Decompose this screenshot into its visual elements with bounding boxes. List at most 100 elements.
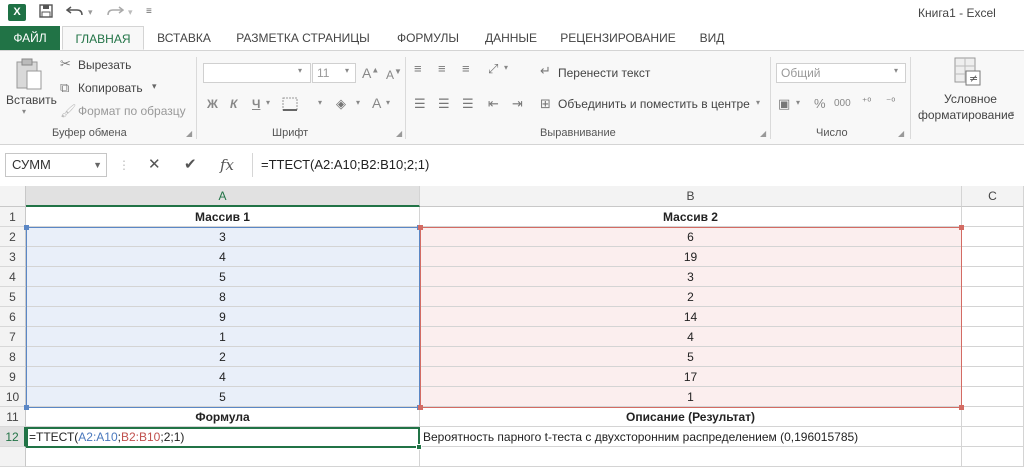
underline-dropdown-icon[interactable]: ▾ (266, 98, 270, 107)
cell-c9[interactable] (962, 367, 1024, 387)
underline-button[interactable]: Ч (252, 97, 260, 111)
orientation-icon[interactable]: ⤢ (488, 61, 498, 77)
increase-indent-icon[interactable]: ⇥ (512, 96, 523, 112)
copy-icon[interactable]: ⧉ (60, 80, 69, 96)
merge-center-icon[interactable]: ⊞ (540, 96, 551, 112)
currency-dropdown-icon[interactable]: ▾ (796, 98, 800, 107)
cell-b4[interactable]: 3 (420, 267, 962, 287)
cell-a1[interactable]: Массив 1 (26, 207, 420, 227)
font-name-dropdown-icon[interactable]: ▾ (298, 66, 302, 75)
tab-view[interactable]: ВИД (692, 26, 732, 50)
cell-a10[interactable]: 5 (26, 387, 420, 407)
column-header-c[interactable]: C (962, 186, 1024, 207)
select-all-corner[interactable] (0, 186, 26, 207)
cell-c11[interactable] (962, 407, 1024, 427)
wrap-text-button[interactable]: Перенести текст (558, 66, 650, 80)
row-header[interactable]: 7 (0, 327, 26, 347)
align-middle-icon[interactable]: ≡ (438, 61, 446, 77)
name-box[interactable]: СУММ ▼ (5, 153, 107, 177)
row-header[interactable]: 8 (0, 347, 26, 367)
font-size-dropdown-icon[interactable]: ▾ (345, 66, 349, 75)
cell-b8[interactable]: 5 (420, 347, 962, 367)
row-header[interactable]: 10 (0, 387, 26, 407)
cell-edit-formula[interactable]: =ТТЕСТ(A2:A10;B2:B10;2;1) (29, 428, 184, 447)
merge-center-button[interactable]: Объединить и поместить в центре (558, 97, 750, 111)
cell-c12[interactable] (962, 427, 1024, 447)
cell-c1[interactable] (962, 207, 1024, 227)
tab-review[interactable]: РЕЦЕНЗИРОВАНИЕ (556, 26, 680, 50)
copy-dropdown-icon[interactable]: ▾ (152, 81, 157, 92)
cell-b11[interactable]: Описание (Результат) (420, 407, 962, 427)
insert-function-icon[interactable]: fx (220, 155, 234, 175)
cut-button[interactable]: Вырезать (78, 58, 131, 72)
cell-c13[interactable] (962, 447, 1024, 467)
comma-style-button[interactable]: 000 (834, 98, 851, 109)
conditional-formatting-button[interactable]: Условное (944, 92, 997, 106)
row-header[interactable]: 1 (0, 207, 26, 227)
font-launcher-icon[interactable]: ◢ (396, 129, 402, 138)
cell-b7[interactable]: 4 (420, 327, 962, 347)
range-handle[interactable] (418, 405, 423, 410)
row-header[interactable]: 3 (0, 247, 26, 267)
font-shrink-button[interactable]: A▼ (386, 67, 402, 82)
tab-insert[interactable]: ВСТАВКА (150, 26, 218, 50)
cell-b12[interactable]: Вероятность парного t-теста с двухсторон… (420, 427, 962, 447)
cell-b2[interactable]: 6 (420, 227, 962, 247)
cell-c6[interactable] (962, 307, 1024, 327)
range-handle[interactable] (959, 225, 964, 230)
column-header-a[interactable]: A (26, 186, 420, 207)
range-handle[interactable] (418, 225, 423, 230)
percent-button[interactable]: % (814, 96, 826, 111)
borders-dropdown-icon[interactable]: ▾ (318, 98, 322, 107)
cell-a13[interactable] (26, 447, 420, 467)
range-handle[interactable] (24, 405, 29, 410)
cut-icon[interactable]: ✂ (60, 56, 71, 72)
number-launcher-icon[interactable]: ◢ (898, 129, 904, 138)
font-size-select[interactable]: 11 (312, 63, 356, 83)
formula-input[interactable]: =ТТЕСТ(A2:A10;B2:B10;2;1) (252, 153, 1024, 177)
redo-dropdown-icon[interactable]: ▾ (128, 3, 133, 21)
conditional-formatting-icon[interactable]: ≠ (954, 57, 982, 91)
cell-a6[interactable]: 9 (26, 307, 420, 327)
orientation-dropdown-icon[interactable]: ▾ (504, 63, 508, 72)
cell-c7[interactable] (962, 327, 1024, 347)
merge-dropdown-icon[interactable]: ▾ (756, 98, 760, 107)
enter-icon[interactable]: ✔ (184, 155, 197, 175)
paste-icon[interactable] (14, 57, 44, 95)
save-icon[interactable] (38, 3, 54, 23)
format-painter-icon[interactable]: 🖌 (60, 103, 77, 119)
row-header[interactable]: 6 (0, 307, 26, 327)
cell-a7[interactable]: 1 (26, 327, 420, 347)
row-header[interactable]: 5 (0, 287, 26, 307)
tab-data[interactable]: ДАННЫЕ (476, 26, 546, 50)
align-top-icon[interactable]: ≡ (414, 61, 422, 77)
cell-b3[interactable]: 19 (420, 247, 962, 267)
align-center-icon[interactable]: ☰ (438, 96, 450, 112)
borders-icon[interactable] (282, 97, 298, 115)
font-name-select[interactable] (203, 63, 311, 83)
font-color-button[interactable]: A (372, 95, 381, 111)
cell-a5[interactable]: 8 (26, 287, 420, 307)
undo-icon[interactable] (65, 3, 84, 23)
redo-icon[interactable] (106, 3, 125, 23)
paste-dropdown-icon[interactable]: ▾ (22, 107, 26, 116)
decrease-indent-icon[interactable]: ⇤ (488, 96, 499, 112)
number-format-select[interactable]: Общий (776, 63, 906, 83)
tab-page-layout[interactable]: РАЗМЕТКА СТРАНИЦЫ (228, 26, 378, 50)
fill-handle[interactable] (416, 444, 422, 450)
column-header-b[interactable]: B (420, 186, 962, 207)
conditional-formatting-dropdown-icon[interactable]: ▾ (1010, 109, 1014, 118)
wrap-text-icon[interactable]: ↵ (540, 63, 551, 79)
increase-decimal-icon[interactable]: ⁺⁰ (862, 95, 871, 111)
customize-icon[interactable]: ≡ (146, 3, 152, 21)
tab-formulas[interactable]: ФОРМУЛЫ (388, 26, 468, 50)
decrease-decimal-icon[interactable]: ⁻⁰ (886, 95, 895, 111)
cell-b9[interactable]: 17 (420, 367, 962, 387)
row-header[interactable]: 12 (0, 427, 26, 447)
font-color-dropdown-icon[interactable]: ▾ (386, 98, 390, 107)
cell-c8[interactable] (962, 347, 1024, 367)
cell-a4[interactable]: 5 (26, 267, 420, 287)
cell-c10[interactable] (962, 387, 1024, 407)
fill-color-dropdown-icon[interactable]: ▾ (356, 98, 360, 107)
range-handle[interactable] (959, 405, 964, 410)
